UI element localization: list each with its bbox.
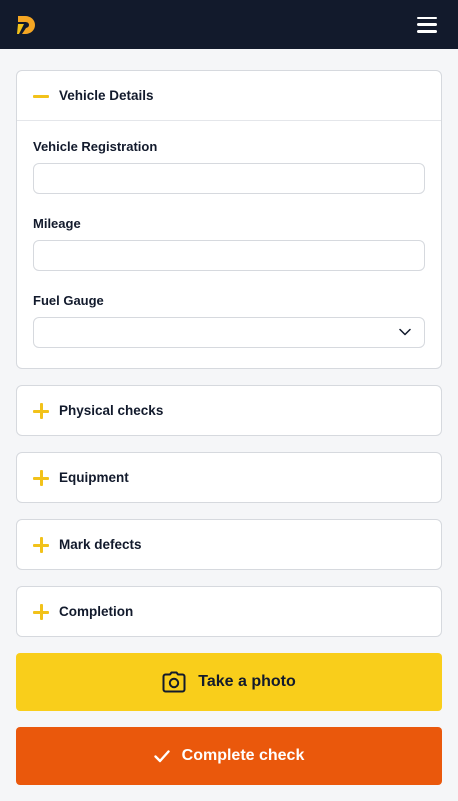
expand-icon [33,536,49,553]
complete-check-label: Complete check [181,747,305,764]
equipment-section: Equipment [16,452,442,503]
registration-label: Vehicle Registration [33,139,158,154]
take-photo-button[interactable]: Take a photo [16,653,442,711]
fuel-gauge-field-group: Fuel Gauge [33,293,425,348]
chevron-down-icon [399,328,411,336]
expand-icon [33,469,49,486]
physical-checks-toggle[interactable]: Physical checks [17,386,441,435]
vehicle-details-body: Vehicle Registration Mileage Fuel Gauge [17,120,441,368]
vehicle-details-section: Vehicle Details Vehicle Registration Mil… [16,70,442,369]
registration-field-group: Vehicle Registration [33,139,425,194]
fuel-gauge-label: Fuel Gauge [33,293,104,308]
take-photo-label: Take a photo [198,673,296,690]
section-title: Physical checks [59,403,164,418]
vehicle-registration-input[interactable] [33,163,425,194]
camera-icon [162,671,186,693]
equipment-toggle[interactable]: Equipment [17,453,441,502]
physical-checks-section: Physical checks [16,385,442,436]
top-bar [0,0,458,49]
section-title: Vehicle Details [59,88,154,103]
expand-icon [33,402,49,419]
mileage-label: Mileage [33,216,81,231]
complete-check-button[interactable]: Complete check [16,727,442,785]
mark-defects-section: Mark defects [16,519,442,570]
hamburger-menu-icon[interactable] [417,16,437,33]
completion-toggle[interactable]: Completion [17,587,441,636]
completion-section: Completion [16,586,442,637]
section-title: Completion [59,604,134,619]
fuel-gauge-select[interactable] [33,317,425,348]
section-title: Mark defects [59,537,142,552]
mileage-input[interactable] [33,240,425,271]
main-content: Vehicle Details Vehicle Registration Mil… [0,49,458,785]
mark-defects-toggle[interactable]: Mark defects [17,520,441,569]
mileage-field-group: Mileage [33,216,425,271]
collapse-icon [33,88,49,104]
section-title: Equipment [59,470,129,485]
check-icon [153,749,170,762]
expand-icon [33,603,49,620]
brand-logo-icon[interactable] [16,14,38,36]
vehicle-details-toggle[interactable]: Vehicle Details [17,71,441,120]
